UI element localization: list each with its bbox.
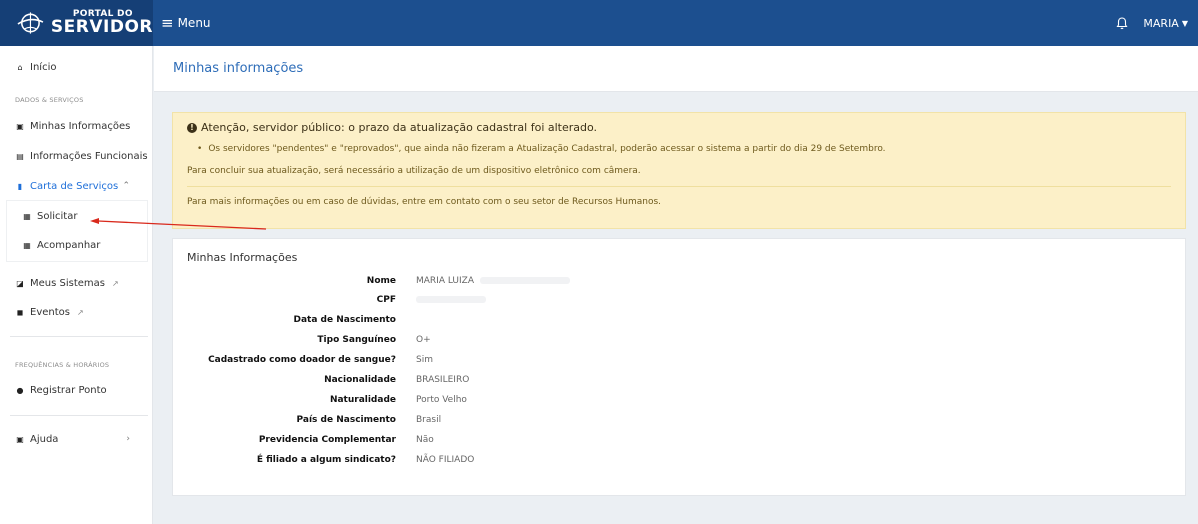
info-label: Nacionalidade [324, 374, 396, 385]
info-label: País de Nascimento [296, 414, 396, 425]
info-value: Porto Velho [416, 394, 467, 405]
info-label: É filiado a algum sindicato? [256, 454, 396, 465]
sidebar-item-meus-sistemas[interactable]: ◪ Meus Sistemas ↗ [0, 273, 152, 293]
sidebar-item-label: Minhas Informações [30, 120, 131, 132]
info-label: Naturalidade [329, 394, 396, 405]
info-card: Minhas Informações Nome MARIA LUIZA CPF … [172, 238, 1186, 496]
sidebar-section-dados: DADOS & SERVIÇOS [15, 96, 84, 104]
alert-bullet-text: Os servidores "pendentes" e "reprovados"… [208, 144, 886, 154]
info-row-nome: Nome MARIA LUIZA [173, 271, 773, 290]
user-menu[interactable]: MARIA ▼ [1143, 17, 1188, 30]
sidebar-item-minhas-informacoes[interactable]: ▣ Minhas Informações [0, 116, 152, 136]
info-label: CPF [376, 294, 396, 305]
alert-title-text: Atenção, servidor público: o prazo da at… [201, 121, 598, 134]
calendar-event-icon: ◼ [16, 307, 24, 317]
sidebar-divider [10, 415, 148, 416]
sidebar-item-informacoes-funcionais[interactable]: ▤ Informações Funcionais [0, 146, 152, 166]
portal-logo-icon [17, 12, 44, 34]
home-icon: ⌂ [17, 62, 23, 72]
sidebar-item-ajuda[interactable]: ▣ Ajuda › [0, 429, 152, 449]
bell-icon[interactable] [1115, 16, 1129, 30]
info-value: NÃO FILIADO [416, 454, 475, 465]
sidebar-item-label: Eventos [30, 306, 70, 318]
sidebar-item-label: Solicitar [37, 210, 78, 222]
hamburger-icon: ≡ [161, 13, 174, 32]
help-icon: ▣ [16, 434, 24, 444]
logo-title: SERVIDOR [50, 17, 153, 37]
redacted-text [479, 277, 570, 284]
info-label: Nome [366, 275, 396, 286]
sidebar-item-label: Início [30, 61, 57, 73]
warning-alert: ! Atenção, servidor público: o prazo da … [172, 112, 1186, 229]
info-label: Tipo Sanguíneo [317, 334, 396, 345]
info-row-naturalidade: Naturalidade Porto Velho [173, 390, 773, 409]
card-title: Minhas Informações [187, 251, 298, 264]
info-value: O+ [416, 334, 431, 345]
chevron-up-icon: ⌃ [122, 181, 130, 191]
sidebar-item-label: Meus Sistemas [30, 277, 105, 289]
sidebar-item-inicio[interactable]: ⌂ Início [0, 57, 152, 77]
sidebar-divider [10, 336, 148, 337]
info-label: Data de Nascimento [293, 314, 397, 325]
calendar-icon: ▦ [23, 211, 31, 221]
external-link-icon: ↗ [76, 307, 84, 317]
redacted-text [416, 296, 486, 303]
user-name: MARIA [1143, 16, 1179, 30]
alert-title: ! Atenção, servidor público: o prazo da … [187, 121, 1171, 134]
page-title: Minhas informações [173, 61, 304, 76]
sidebar-item-label: Acompanhar [37, 239, 101, 251]
info-label: Previdencia Complementar [258, 434, 396, 445]
menu-toggle-button[interactable]: ≡ Menu [161, 13, 211, 32]
sidebar-item-label: Registrar Ponto [30, 384, 107, 396]
info-row-cpf: CPF [173, 290, 773, 309]
info-value: Não [416, 434, 434, 445]
info-row-previdencia: Previdencia Complementar Não [173, 430, 773, 449]
info-row-sindicato: É filiado a algum sindicato? NÃO FILIADO [173, 450, 773, 469]
info-row-tipo-sanguineo: Tipo Sanguíneo O+ [173, 330, 773, 349]
exclamation-icon: ! [187, 122, 197, 133]
document-icon: ▮ [17, 181, 23, 191]
menu-label: Menu [177, 16, 211, 30]
external-link-icon: ↗ [112, 278, 119, 288]
sidebar-item-label: Informações Funcionais [30, 150, 148, 162]
sidebar-item-label: Ajuda [30, 433, 59, 445]
alert-paragraph: Para concluir sua atualização, será nece… [187, 166, 641, 176]
sidebar-item-label: Carta de Serviços [30, 180, 119, 192]
sidebar: ⌂ Início DADOS & SERVIÇOS ▣ Minhas Infor… [0, 46, 153, 524]
sidebar-section-frequencias: FREQUÊNCIAS & HORÁRIOS [15, 361, 110, 369]
alert-list-item: • Os servidores "pendentes" e "reprovado… [187, 144, 1171, 154]
sidebar-item-registrar-ponto[interactable]: ● Registrar Ponto [0, 380, 152, 400]
id-card-icon: ▣ [16, 121, 24, 131]
sidebar-item-carta-de-servicos[interactable]: ▮ Carta de Serviços ⌃ [0, 176, 152, 196]
info-row-data-nascimento: Data de Nascimento [173, 310, 773, 329]
window-icon: ◪ [16, 278, 24, 288]
caret-down-icon: ▼ [1181, 18, 1188, 28]
annotation-arrow [90, 218, 267, 230]
info-value: Brasil [416, 414, 442, 425]
info-label: Cadastrado como doador de sangue? [208, 354, 396, 365]
sidebar-subitem-acompanhar[interactable]: ▦ Acompanhar [0, 235, 152, 255]
bullet-icon: • [197, 144, 203, 154]
sidebar-item-eventos[interactable]: ◼ Eventos ↗ [0, 302, 152, 322]
address-card-icon: ▤ [16, 151, 24, 161]
clock-icon: ● [16, 385, 24, 395]
info-value: BRASILEIRO [416, 374, 470, 385]
info-value: Sim [416, 354, 433, 365]
portal-logo[interactable]: PORTAL DO SERVIDOR [0, 0, 153, 46]
info-row-doador: Cadastrado como doador de sangue? Sim [173, 350, 773, 369]
info-row-pais-nascimento: País de Nascimento Brasil [173, 410, 773, 429]
alert-divider [187, 186, 1171, 187]
top-bar: PORTAL DO SERVIDOR ≡ Menu MARIA ▼ [0, 0, 1198, 46]
info-value: MARIA LUIZA [416, 275, 474, 286]
alert-contact-text: Para mais informações ou em caso de dúvi… [187, 197, 662, 207]
page-header: Minhas informações [154, 46, 1198, 92]
calendar-icon: ▦ [23, 240, 31, 250]
info-row-nacionalidade: Nacionalidade BRASILEIRO [173, 370, 773, 389]
chevron-right-icon: › [126, 434, 130, 444]
